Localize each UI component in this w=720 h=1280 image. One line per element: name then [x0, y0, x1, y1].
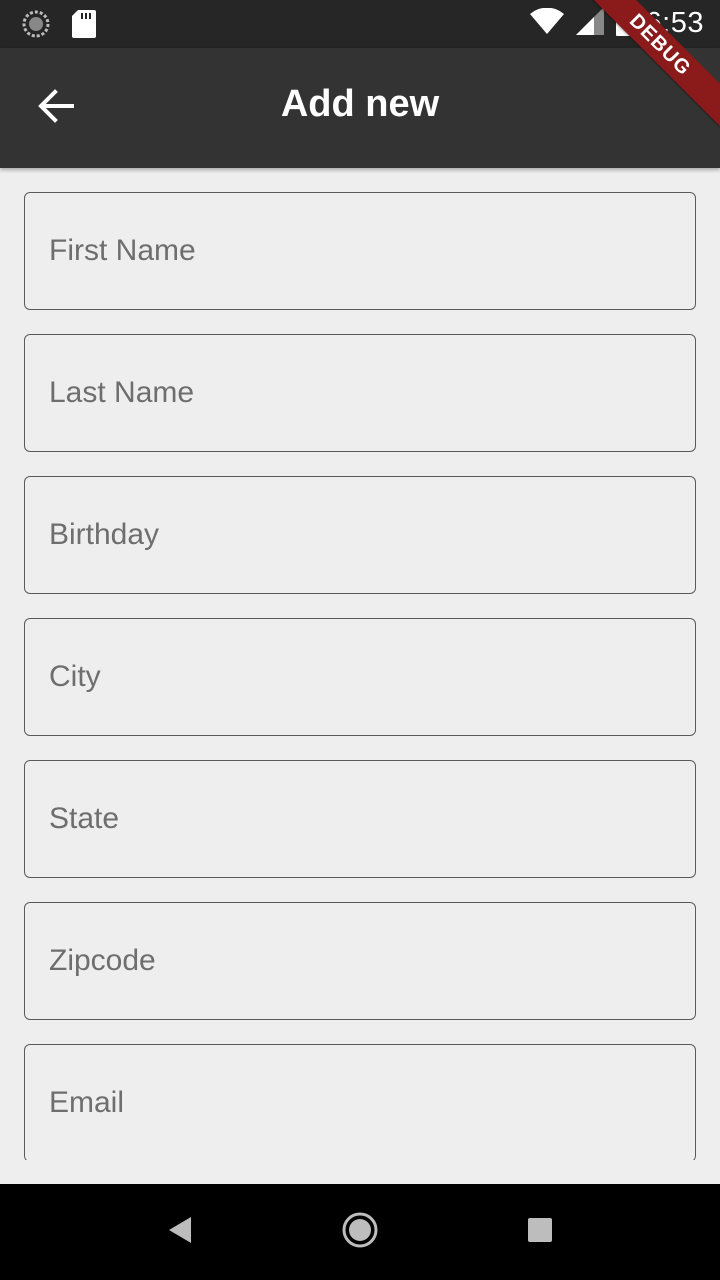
- sd-card-icon: [72, 10, 96, 43]
- recents-square-icon: [527, 1217, 553, 1248]
- status-time: 6:53: [645, 7, 704, 39]
- state-input[interactable]: [25, 761, 695, 877]
- cell-signal-icon: [575, 7, 604, 40]
- email-input[interactable]: [25, 1045, 695, 1160]
- first-name-input[interactable]: [25, 193, 695, 309]
- arrow-back-icon: [38, 88, 74, 128]
- battery-icon: [615, 6, 634, 41]
- last-name-input[interactable]: [25, 335, 695, 451]
- email-field[interactable]: [24, 1044, 696, 1160]
- city-field[interactable]: [24, 618, 696, 736]
- birthday-input[interactable]: [25, 477, 695, 593]
- add-contact-form: [0, 168, 720, 1160]
- back-triangle-icon: [167, 1216, 193, 1249]
- loading-circle-icon: [22, 10, 50, 43]
- nav-back-button[interactable]: [156, 1208, 204, 1256]
- nav-home-button[interactable]: [336, 1208, 384, 1256]
- app-bar: Add new: [0, 48, 720, 168]
- nav-recents-button[interactable]: [516, 1208, 564, 1256]
- page-title: Add new: [280, 83, 440, 125]
- first-name-field[interactable]: [24, 192, 696, 310]
- zipcode-field[interactable]: [24, 902, 696, 1020]
- last-name-field[interactable]: [24, 334, 696, 452]
- home-circle-icon: [341, 1211, 379, 1254]
- back-button[interactable]: [24, 76, 88, 140]
- state-field[interactable]: [24, 760, 696, 878]
- birthday-field[interactable]: [24, 476, 696, 594]
- city-input[interactable]: [25, 619, 695, 735]
- status-bar: 6:53: [0, 0, 720, 48]
- zipcode-input[interactable]: [25, 903, 695, 1019]
- wifi-icon: [529, 7, 564, 39]
- system-nav-bar: [0, 1184, 720, 1280]
